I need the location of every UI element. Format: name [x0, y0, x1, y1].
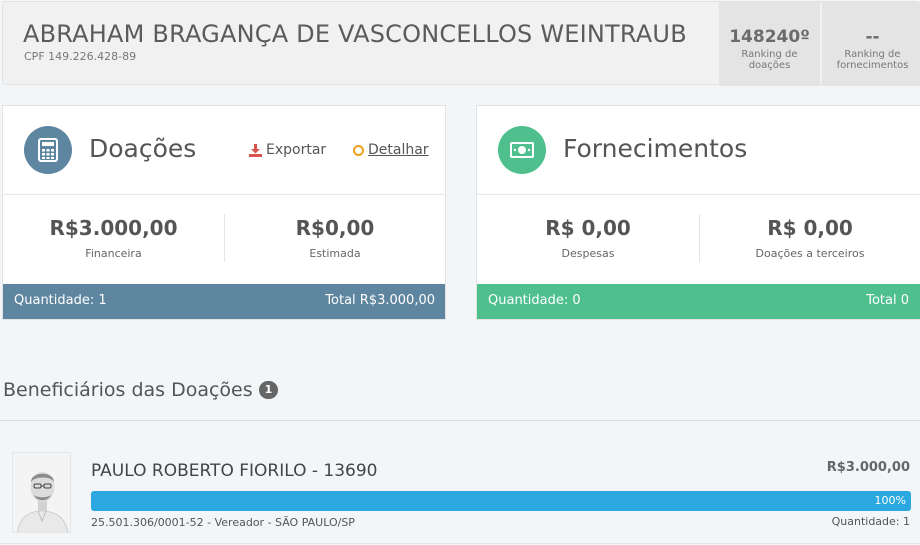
- money-icon: [498, 126, 546, 174]
- supplies-card: Fornecimentos R$ 0,00 Despesas R$ 0,00 D…: [476, 105, 920, 320]
- beneficiary-meta: 25.501.306/0001-52 - Vereador - SÃO PAUL…: [91, 516, 355, 529]
- ranking-supplies-value: --: [865, 27, 880, 47]
- estimated-value: R$0,00: [295, 216, 375, 240]
- expenses-value: R$ 0,00: [545, 216, 631, 240]
- ranking-supplies-label: Ranking de fornecimentos: [836, 49, 909, 71]
- financial-metric: R$3.000,00 Financeira: [3, 216, 224, 260]
- donations-footer: Quantidade: 1 Total R$3.000,00: [3, 284, 445, 319]
- ranking-supplies-box: -- Ranking de fornecimentos: [822, 2, 920, 86]
- detail-link[interactable]: Detalhar: [353, 142, 429, 158]
- third-party-metric: R$ 0,00 Doações a terceiros: [699, 216, 920, 260]
- beneficiaries-heading: Beneficiários das Doações 1: [3, 379, 279, 401]
- card-divider: [477, 194, 920, 195]
- detail-label: Detalhar: [368, 142, 429, 158]
- card-divider: [3, 194, 445, 195]
- progress-bar: 100%: [91, 491, 911, 511]
- progress-fill: [91, 491, 911, 511]
- beneficiaries-title: Beneficiários das Doações: [3, 379, 253, 401]
- section-divider: [0, 420, 920, 421]
- ranking-donations-box: 148240º Ranking de doações: [719, 2, 820, 86]
- ranking-donations-label: Ranking de doações: [741, 49, 798, 71]
- financial-label: Financeira: [85, 247, 142, 260]
- estimated-label: Estimada: [309, 247, 361, 260]
- beneficiary-name[interactable]: PAULO ROBERTO FIORILO - 13690: [91, 461, 378, 481]
- supplies-quantity: Quantidade: 0: [488, 293, 581, 308]
- export-label: Exportar: [266, 142, 327, 158]
- download-icon: [249, 143, 262, 157]
- donor-cpf: CPF 149.226.428-89: [24, 50, 137, 63]
- export-button[interactable]: Exportar: [249, 142, 326, 158]
- progress-percent: 100%: [874, 494, 906, 507]
- supplies-total: Total 0: [866, 293, 909, 308]
- avatar: [12, 452, 71, 533]
- donations-card: Doações Exportar Detalhar R$3.000,00 Fin…: [2, 105, 446, 320]
- ranking-donations-value: 148240º: [729, 27, 810, 47]
- donations-total: Total R$3.000,00: [325, 293, 435, 308]
- calculator-icon: [24, 126, 72, 174]
- financial-value: R$3.000,00: [49, 216, 178, 240]
- expenses-metric: R$ 0,00 Despesas: [477, 216, 699, 260]
- beneficiary-quantity: Quantidade: 1: [831, 515, 910, 528]
- expenses-label: Despesas: [561, 247, 615, 260]
- profile-header: ABRAHAM BRAGANÇA DE VASCONCELLOS WEINTRA…: [2, 1, 920, 86]
- circle-icon: [353, 144, 364, 156]
- donor-name: ABRAHAM BRAGANÇA DE VASCONCELLOS WEINTRA…: [23, 20, 687, 48]
- donations-title: Doações: [89, 134, 197, 163]
- list-divider: [0, 543, 920, 544]
- third-party-value: R$ 0,00: [767, 216, 853, 240]
- supplies-title: Fornecimentos: [563, 134, 748, 163]
- supplies-footer: Quantidade: 0 Total 0: [477, 284, 920, 319]
- third-party-label: Doações a terceiros: [755, 247, 865, 260]
- beneficiary-amount: R$3.000,00: [826, 460, 910, 475]
- donations-quantity: Quantidade: 1: [14, 293, 107, 308]
- estimated-metric: R$0,00 Estimada: [224, 216, 446, 260]
- beneficiaries-count-badge: 1: [258, 381, 279, 399]
